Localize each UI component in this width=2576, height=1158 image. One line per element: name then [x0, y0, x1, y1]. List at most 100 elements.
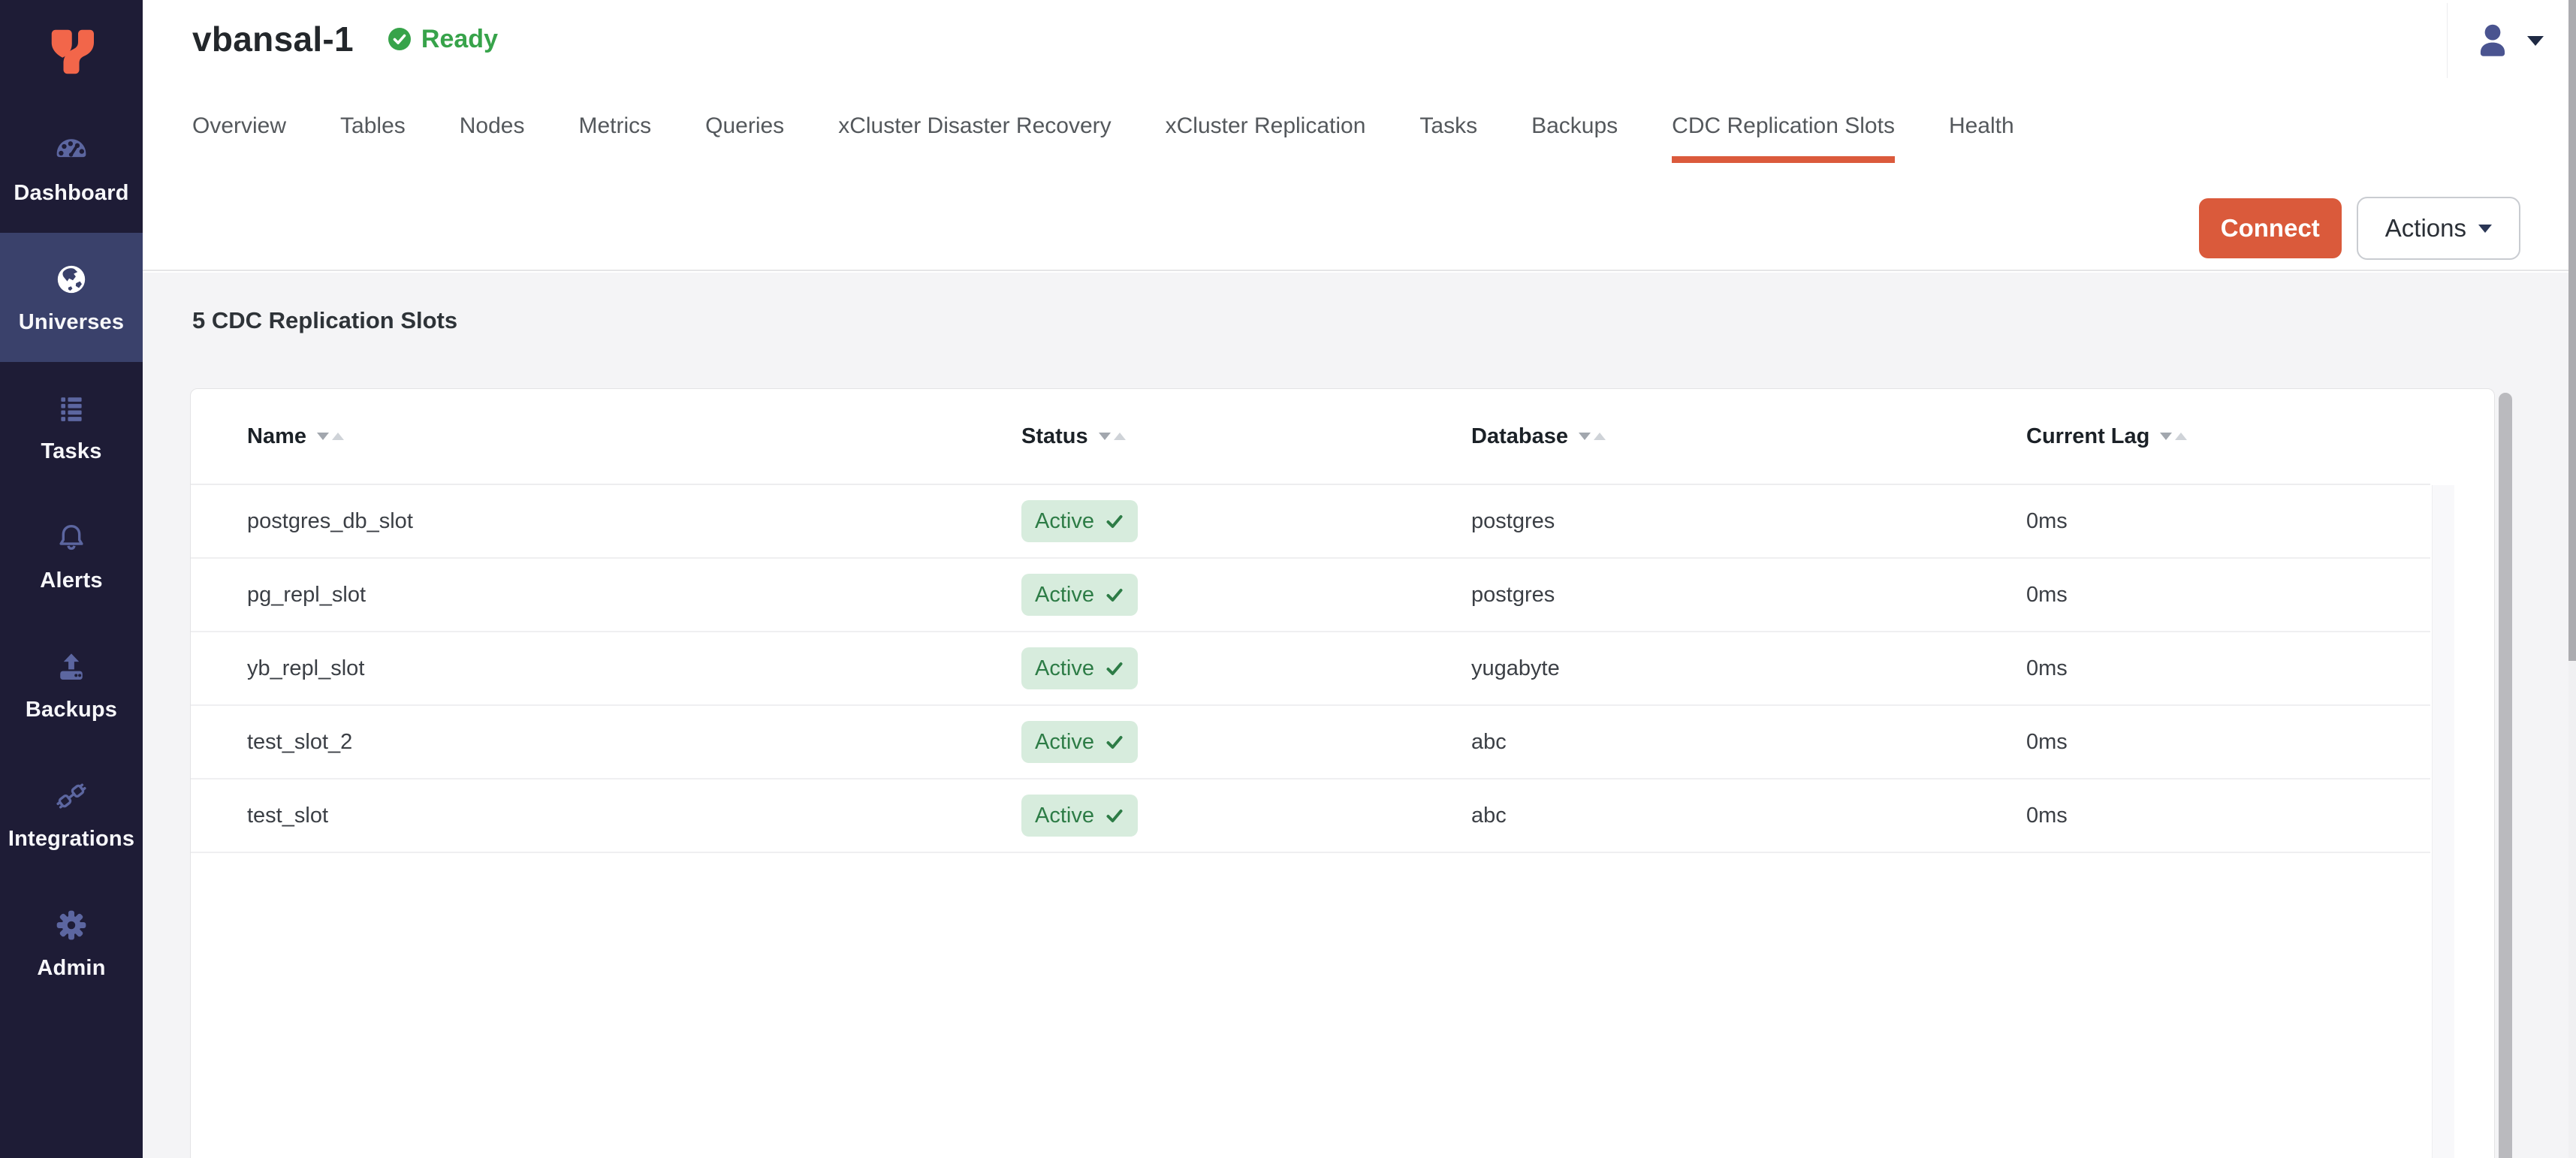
- sidebar-item-label: Backups: [26, 698, 117, 722]
- database-name: abc: [1471, 730, 2026, 755]
- tab-xcluster-disaster-recovery[interactable]: xCluster Disaster Recovery: [838, 113, 1111, 163]
- column-header-current-lag[interactable]: Current Lag: [2026, 424, 2430, 449]
- sidebar: Dashboard Universes Tasks: [0, 0, 143, 1158]
- actions-button-label: Actions: [2385, 214, 2466, 243]
- column-header-name[interactable]: Name: [247, 424, 1021, 449]
- slot-name: yb_repl_slot: [247, 656, 1021, 681]
- table-row[interactable]: pg_repl_slot Active postgres 0ms: [191, 559, 2430, 632]
- chevron-down-icon: [2527, 36, 2544, 46]
- tab-health[interactable]: Health: [1949, 113, 2014, 163]
- status-badge: Ready: [387, 25, 498, 54]
- status-badge: Active: [1021, 574, 1138, 616]
- sidebar-item-tasks[interactable]: Tasks: [0, 362, 143, 491]
- check-icon: [1105, 511, 1124, 531]
- tab-tasks[interactable]: Tasks: [1419, 113, 1477, 163]
- status-label: Active: [1035, 730, 1094, 755]
- dashboard-gauge-icon: [53, 131, 90, 169]
- current-lag: 0ms: [2026, 509, 2430, 534]
- app-logo[interactable]: [0, 0, 143, 104]
- sort-arrows-icon[interactable]: [1579, 433, 1606, 440]
- current-lag: 0ms: [2026, 804, 2430, 828]
- table-row[interactable]: postgres_db_slot Active postgres 0ms: [191, 485, 2430, 559]
- sidebar-item-label: Integrations: [8, 827, 134, 852]
- current-lag: 0ms: [2026, 656, 2430, 681]
- user-menu[interactable]: [2447, 3, 2567, 78]
- page-scrollbar[interactable]: [2568, 0, 2576, 1158]
- universe-header: vbansal-1 Ready Overvie: [143, 0, 2576, 271]
- column-label: Current Lag: [2026, 424, 2149, 449]
- column-label: Name: [247, 424, 306, 449]
- sidebar-item-backups[interactable]: Backups: [0, 620, 143, 749]
- database-name: abc: [1471, 804, 2026, 828]
- tab-nodes[interactable]: Nodes: [460, 113, 525, 163]
- tab-metrics[interactable]: Metrics: [578, 113, 651, 163]
- current-lag: 0ms: [2026, 730, 2430, 755]
- database-name: postgres: [1471, 509, 2026, 534]
- globe-icon: [53, 261, 90, 298]
- status-badge: Active: [1021, 647, 1138, 689]
- sidebar-item-admin[interactable]: Admin: [0, 879, 143, 1008]
- sort-arrows-icon[interactable]: [2160, 433, 2187, 440]
- current-lag: 0ms: [2026, 583, 2430, 608]
- tab-overview[interactable]: Overview: [192, 113, 286, 163]
- sidebar-item-universes[interactable]: Universes: [0, 233, 143, 362]
- yugabyte-logo-icon: [42, 25, 101, 79]
- table-header-row: Name Status Database Current Lag: [191, 389, 2430, 485]
- slot-name: postgres_db_slot: [247, 509, 1021, 534]
- check-icon: [1105, 585, 1124, 605]
- replication-slots-table-card: Name Status Database Current Lag postgre: [190, 388, 2495, 1158]
- chevron-down-icon: [2478, 225, 2492, 233]
- content-scrollbar-thumb[interactable]: [2499, 393, 2512, 1158]
- status-label: Active: [1035, 509, 1094, 534]
- tab-bar: Overview Tables Nodes Metrics Queries xC…: [192, 113, 2014, 163]
- status-badge: Active: [1021, 721, 1138, 763]
- status-badge: Active: [1021, 795, 1138, 837]
- check-icon: [1105, 732, 1124, 752]
- sort-arrows-icon[interactable]: [317, 433, 344, 440]
- content-area: 5 CDC Replication Slots Name Status Data…: [143, 273, 2576, 1158]
- sidebar-item-label: Admin: [37, 956, 105, 981]
- sidebar-item-dashboard[interactable]: Dashboard: [0, 104, 143, 233]
- status-label: Active: [1035, 583, 1094, 608]
- tab-xcluster-replication[interactable]: xCluster Replication: [1166, 113, 1366, 163]
- slot-name: pg_repl_slot: [247, 583, 1021, 608]
- sidebar-item-label: Universes: [19, 310, 124, 335]
- tab-backups[interactable]: Backups: [1531, 113, 1618, 163]
- table-row[interactable]: test_slot_2 Active abc 0ms: [191, 706, 2430, 780]
- column-label: Database: [1471, 424, 1568, 449]
- slot-name: test_slot: [247, 804, 1021, 828]
- status-label: Ready: [421, 25, 498, 54]
- tab-queries[interactable]: Queries: [705, 113, 784, 163]
- connect-button[interactable]: Connect: [2199, 198, 2342, 258]
- page-scrollbar-thumb[interactable]: [2568, 0, 2576, 661]
- actions-button[interactable]: Actions: [2357, 197, 2520, 260]
- table-row[interactable]: test_slot Active abc 0ms: [191, 780, 2430, 853]
- database-name: postgres: [1471, 583, 2026, 608]
- check-circle-icon: [387, 26, 412, 52]
- sidebar-item-label: Alerts: [40, 568, 102, 593]
- plug-icon: [53, 777, 90, 815]
- page-title: vbansal-1: [192, 19, 354, 59]
- sidebar-item-label: Dashboard: [14, 181, 128, 206]
- column-header-status[interactable]: Status: [1021, 424, 1471, 449]
- user-icon: [2472, 20, 2514, 62]
- sidebar-item-label: Tasks: [41, 439, 101, 464]
- check-icon: [1105, 806, 1124, 825]
- upload-icon: [53, 648, 90, 686]
- bell-icon: [53, 519, 90, 556]
- sort-arrows-icon[interactable]: [1099, 433, 1126, 440]
- sidebar-item-integrations[interactable]: Integrations: [0, 749, 143, 879]
- status-badge: Active: [1021, 500, 1138, 542]
- column-header-database[interactable]: Database: [1471, 424, 2026, 449]
- list-icon: [53, 390, 90, 427]
- tab-tables[interactable]: Tables: [340, 113, 406, 163]
- table-row[interactable]: yb_repl_slot Active yugabyte 0ms: [191, 632, 2430, 706]
- check-icon: [1105, 659, 1124, 678]
- tab-cdc-replication-slots[interactable]: CDC Replication Slots: [1672, 113, 1895, 163]
- sidebar-item-alerts[interactable]: Alerts: [0, 491, 143, 620]
- section-heading: 5 CDC Replication Slots: [192, 307, 2576, 334]
- table-scrollbar-track[interactable]: [2432, 485, 2454, 1158]
- column-label: Status: [1021, 424, 1088, 449]
- slot-name: test_slot_2: [247, 730, 1021, 755]
- main-area: vbansal-1 Ready Overvie: [143, 0, 2576, 1158]
